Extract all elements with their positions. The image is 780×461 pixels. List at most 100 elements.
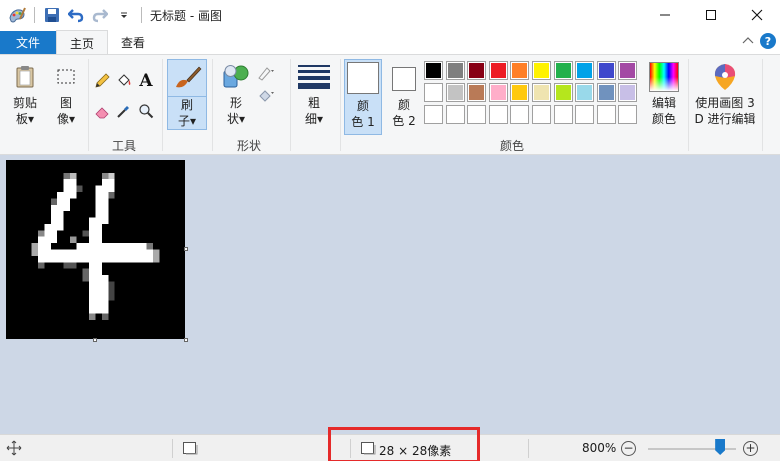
fill-bucket-icon[interactable]	[114, 71, 134, 91]
palette-custom-slot[interactable]	[532, 105, 551, 124]
palette-color[interactable]	[596, 83, 616, 102]
palette-color-fill	[447, 85, 463, 100]
palette-color[interactable]	[596, 61, 616, 80]
palette-color[interactable]	[618, 83, 638, 102]
color-picker-icon[interactable]	[114, 101, 134, 121]
tab-home[interactable]: 主页	[56, 30, 109, 55]
palette-color-fill	[577, 85, 593, 100]
select-icon	[50, 59, 82, 95]
palette-custom-slot[interactable]	[575, 105, 595, 124]
help-icon[interactable]: ?	[760, 33, 776, 49]
palette-color[interactable]	[467, 83, 487, 102]
minimize-button[interactable]	[642, 0, 688, 30]
palette-color[interactable]	[575, 61, 595, 80]
toolbar-separator	[34, 7, 35, 23]
image-button[interactable]: 图 像▾	[48, 59, 84, 127]
tab-file[interactable]: 文件	[0, 31, 56, 54]
outline-icon[interactable]	[256, 63, 276, 83]
palette-color[interactable]	[467, 61, 487, 80]
palette-color[interactable]	[553, 83, 573, 102]
title-bar: 无标题 - 画图	[0, 0, 780, 30]
palette-color-fill	[555, 85, 571, 100]
window-controls	[642, 0, 780, 30]
palette-color-fill	[598, 85, 614, 100]
palette-custom-slot[interactable]	[424, 105, 443, 124]
edit-colors-label-1: 编辑	[651, 96, 676, 110]
tab-view[interactable]: 查看	[108, 30, 158, 54]
shapes-label-2: 状▾	[226, 112, 246, 126]
palette-color[interactable]	[445, 61, 465, 80]
text-tool-icon[interactable]: A	[136, 71, 156, 91]
edit-colors-button[interactable]: 编辑 颜色	[644, 59, 684, 127]
palette-color-fill	[598, 63, 614, 78]
zoom-slider-thumb[interactable]	[715, 439, 726, 455]
palette-color[interactable]	[510, 83, 530, 102]
palette-color-fill	[512, 85, 528, 100]
palette-color-fill	[577, 63, 593, 78]
palette-custom-slot[interactable]	[596, 105, 616, 124]
eraser-icon[interactable]	[92, 101, 112, 121]
color1-button[interactable]: 颜 色 1	[344, 59, 382, 135]
status-bar: 28 × 28像素 800% − +	[0, 427, 780, 461]
magnifier-icon[interactable]	[136, 101, 156, 121]
clipboard-button[interactable]: 剪贴 板▾	[6, 59, 44, 127]
palette-color[interactable]	[618, 61, 638, 80]
size-label-1: 粗	[307, 96, 320, 110]
status-separator	[172, 439, 173, 458]
palette-color[interactable]	[424, 61, 443, 80]
palette-color[interactable]	[575, 83, 595, 102]
paint3d-button[interactable]: 使用画图 3 D 进行编辑	[692, 59, 758, 127]
shapes-button[interactable]: 形 状▾	[216, 59, 256, 127]
palette-custom-slot[interactable]	[553, 105, 573, 124]
palette-color-fill	[620, 63, 636, 78]
fill-icon[interactable]	[256, 85, 276, 105]
color1-label-1: 颜	[356, 99, 369, 113]
highlight-box	[328, 427, 480, 461]
color1-swatch	[347, 62, 379, 94]
zoom-out-button[interactable]: −	[621, 441, 636, 456]
size-button[interactable]: 粗 细▾	[294, 59, 334, 127]
customize-toolbar-icon[interactable]	[113, 4, 135, 26]
palette-color[interactable]	[488, 61, 508, 80]
drawing-canvas[interactable]	[6, 160, 185, 339]
palette-color[interactable]	[532, 61, 551, 80]
palette-color-fill	[534, 63, 549, 78]
resize-handle-corner[interactable]	[184, 338, 188, 342]
zoom-in-button[interactable]: +	[743, 441, 758, 456]
group-separator	[688, 59, 689, 151]
color2-button[interactable]: 颜 色 2	[386, 59, 422, 129]
palette-color-fill	[426, 63, 441, 78]
palette-color[interactable]	[424, 83, 443, 102]
palette-custom-slot[interactable]	[618, 105, 638, 124]
collapse-ribbon-icon[interactable]	[742, 34, 754, 48]
palette-custom-slot[interactable]	[445, 105, 465, 124]
undo-icon[interactable]	[65, 4, 87, 26]
palette-color[interactable]	[488, 83, 508, 102]
group-separator	[212, 59, 213, 151]
palette-custom-slot[interactable]	[467, 105, 487, 124]
pencil-icon[interactable]	[92, 71, 112, 91]
image-label-2: 像▾	[56, 112, 76, 126]
palette-custom-slot[interactable]	[510, 105, 530, 124]
palette-color[interactable]	[510, 61, 530, 80]
save-icon[interactable]	[41, 4, 63, 26]
clipboard-icon	[9, 59, 41, 95]
palette-color[interactable]	[532, 83, 551, 102]
palette-color[interactable]	[445, 83, 465, 102]
brushes-button[interactable]: 刷 子▾	[166, 59, 208, 130]
brush-label-1: 刷	[180, 98, 193, 112]
close-button[interactable]	[734, 0, 780, 30]
group-separator	[290, 59, 291, 151]
maximize-button[interactable]	[688, 0, 734, 30]
paint-window: 无标题 - 画图 文件 主页 查看 ? 剪贴 板▾ 图 像▾ A 工具 刷 子▾…	[0, 0, 780, 461]
paint-app-icon[interactable]	[6, 4, 28, 26]
palette-color[interactable]	[553, 61, 573, 80]
palette-custom-slot[interactable]	[488, 105, 508, 124]
color1-label-2: 色 1	[351, 115, 375, 129]
status-separator	[528, 439, 529, 458]
redo-icon[interactable]	[89, 4, 111, 26]
group-separator	[162, 59, 163, 151]
resize-handle-right[interactable]	[184, 247, 188, 251]
resize-handle-bottom[interactable]	[93, 338, 97, 342]
window-title: 无标题 - 画图	[150, 8, 222, 23]
